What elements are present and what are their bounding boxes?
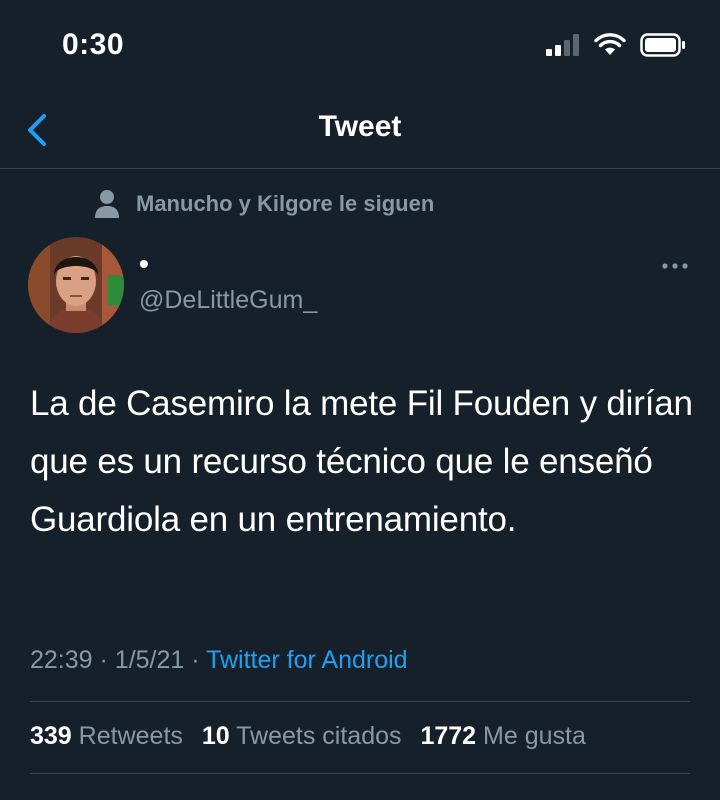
quotes-label: Tweets citados — [236, 722, 402, 750]
meta-separator: · — [99, 646, 115, 674]
battery-icon — [640, 33, 685, 57]
divider — [30, 773, 690, 774]
author-handle[interactable]: @DeLittleGum_ — [139, 286, 317, 315]
tweet-text: La de Casemiro la mete Fil Fouden y dirí… — [30, 384, 693, 539]
tweet-time: 22:39 — [30, 646, 93, 674]
social-context-text: Manucho y Kilgore le siguen — [136, 191, 435, 216]
tweet-date: 1/5/21 — [114, 646, 185, 674]
likes-label: Me gusta — [483, 722, 586, 750]
nav-bar: Tweet — [0, 92, 720, 169]
status-icons — [546, 33, 686, 57]
quotes-count: 10 — [201, 722, 230, 750]
retweets-count: 339 — [30, 722, 72, 750]
meta-separator: · — [191, 646, 207, 674]
social-context[interactable]: Manucho y Kilgore le siguen — [94, 189, 434, 219]
tweet-meta: 22:39 · 1/5/21 · Twitter for Android — [30, 646, 408, 675]
signal-icon — [546, 34, 579, 56]
person-icon — [95, 190, 119, 218]
retweets-label: Retweets — [78, 722, 183, 750]
status-time: 0:30 — [62, 28, 125, 61]
retweets-stat[interactable]: 339 Retweets — [30, 722, 183, 750]
quotes-stat[interactable]: 10 Tweets citados — [202, 722, 402, 750]
wifi-icon — [594, 33, 626, 55]
more-icon[interactable] — [660, 256, 690, 276]
likes-count: 1772 — [420, 722, 477, 750]
page-title: Tweet — [318, 110, 402, 143]
tweet-stats: 339 Retweets 10 Tweets citados 1772 Me g… — [30, 722, 586, 751]
divider — [30, 701, 690, 702]
avatar[interactable] — [28, 237, 124, 333]
likes-stat[interactable]: 1772 Me gusta — [420, 722, 585, 750]
tweet-source-link[interactable]: Twitter for Android — [206, 646, 407, 674]
status-bar: 0:30 — [0, 0, 720, 92]
author-name[interactable]: • — [139, 248, 149, 280]
